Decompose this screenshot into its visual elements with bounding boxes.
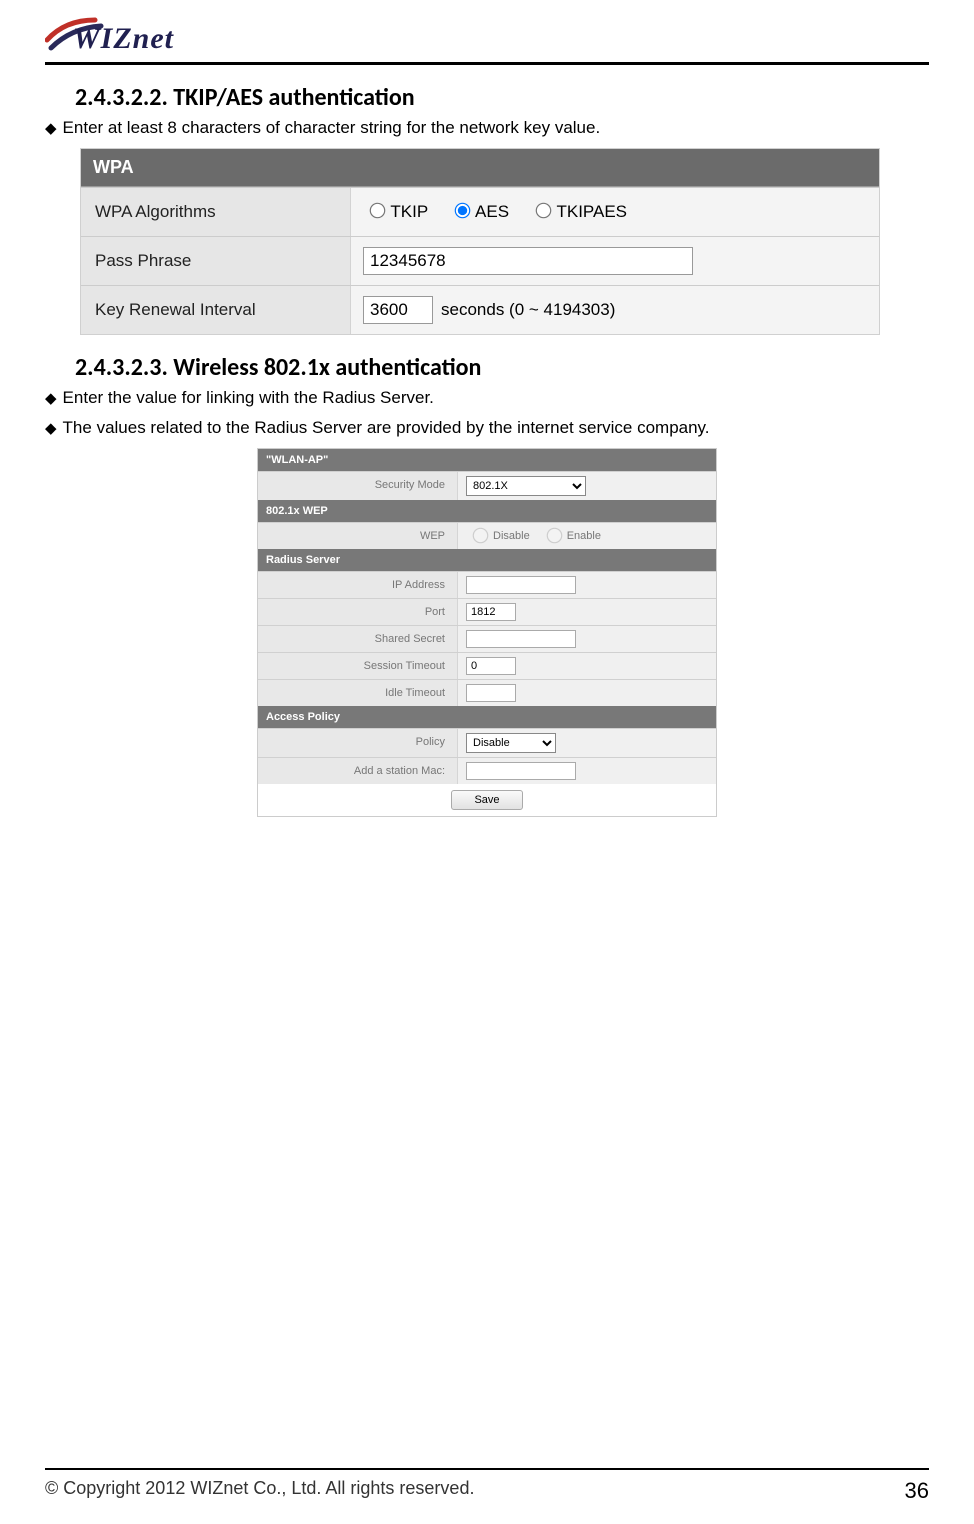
section-heading-8021x: 2.4.3.2.3. Wireless 802.1x authenticatio…: [75, 353, 929, 382]
wpa-header: WPA: [81, 149, 879, 187]
wep-enable-radio[interactable]: [546, 528, 562, 544]
radio-aes-text: AES: [475, 202, 509, 221]
station-mac-label: Add a station Mac:: [258, 758, 458, 784]
copyright-text: © Copyright 2012 WIZnet Co., Ltd. All ri…: [45, 1478, 474, 1504]
passphrase-label: Pass Phrase: [81, 237, 351, 285]
station-mac-value-cell: [458, 758, 716, 784]
save-row: Save: [258, 784, 716, 816]
station-mac-input[interactable]: [466, 762, 576, 780]
section-heading-tkip: 2.4.3.2.2. TKIP/AES authentication: [75, 83, 929, 112]
radio-aes-label[interactable]: AES: [448, 202, 509, 222]
ip-input[interactable]: [466, 576, 576, 594]
secret-value-cell: [458, 626, 716, 652]
diamond-bullet-icon: ◆: [45, 120, 57, 137]
policy-label: Policy: [258, 729, 458, 757]
logo-swoosh-icon: WIZnet: [45, 14, 205, 56]
secret-input[interactable]: [466, 630, 576, 648]
idle-timeout-label: Idle Timeout: [258, 680, 458, 706]
key-renewal-value: seconds (0 ~ 4194303): [351, 286, 879, 334]
passphrase-row: Pass Phrase: [81, 236, 879, 285]
wpa-config-panel: WPA WPA Algorithms TKIP AES TKIPAES Pass…: [80, 148, 880, 335]
idle-timeout-value-cell: [458, 680, 716, 706]
bullet-text: The values related to the Radius Server …: [63, 418, 710, 437]
policy-value-cell: Disable: [458, 729, 716, 757]
radio-tkip-text: TKIP: [390, 202, 428, 221]
radio-tkip[interactable]: [370, 202, 386, 218]
wlan-config-panel: "WLAN-AP" Security Mode 802.1X 802.1x WE…: [257, 448, 717, 817]
wep-enable-text: Enable: [567, 530, 601, 542]
radio-tkip-label[interactable]: TKIP: [363, 202, 428, 222]
wep-label: WEP: [258, 523, 458, 549]
bullet-text: Enter at least 8 characters of character…: [63, 118, 601, 137]
session-timeout-value-cell: [458, 653, 716, 679]
idle-timeout-input[interactable]: [466, 684, 516, 702]
session-timeout-label: Session Timeout: [258, 653, 458, 679]
policy-select[interactable]: Disable: [466, 733, 556, 753]
svg-text:WIZnet: WIZnet: [73, 22, 175, 55]
wep-value: Disable Enable: [458, 523, 716, 549]
session-timeout-input[interactable]: [466, 657, 516, 675]
key-renewal-label: Key Renewal Interval: [81, 286, 351, 334]
ip-value-cell: [458, 572, 716, 598]
passphrase-value: [351, 237, 879, 285]
wlan-ap-header: "WLAN-AP": [258, 449, 716, 471]
secret-label: Shared Secret: [258, 626, 458, 652]
access-policy-header: Access Policy: [258, 706, 716, 728]
wep-header: 802.1x WEP: [258, 500, 716, 522]
port-row: Port: [258, 598, 716, 625]
page-number: 36: [905, 1478, 929, 1504]
page-content: 2.4.3.2.2. TKIP/AES authentication ◆ Ente…: [45, 83, 929, 817]
idle-timeout-row: Idle Timeout: [258, 679, 716, 706]
security-mode-select[interactable]: 802.1X: [466, 476, 586, 496]
bullet-8021x-1: ◆ Enter the value for linking with the Ra…: [45, 388, 929, 408]
wep-disable-radio[interactable]: [473, 528, 489, 544]
key-renewal-input[interactable]: [363, 296, 433, 324]
bullet-text: Enter the value for linking with the Rad…: [63, 388, 434, 407]
bullet-tkip: ◆ Enter at least 8 characters of characte…: [45, 118, 929, 138]
wpa-algorithms-value: TKIP AES TKIPAES: [351, 188, 879, 236]
ip-label: IP Address: [258, 572, 458, 598]
key-renewal-row: Key Renewal Interval seconds (0 ~ 419430…: [81, 285, 879, 334]
page-footer: © Copyright 2012 WIZnet Co., Ltd. All ri…: [45, 1468, 929, 1504]
radio-tkipaes[interactable]: [536, 202, 552, 218]
session-timeout-row: Session Timeout: [258, 652, 716, 679]
radio-tkipaes-label[interactable]: TKIPAES: [529, 202, 627, 222]
wiznet-logo: WIZnet: [45, 10, 929, 56]
diamond-bullet-icon: ◆: [45, 390, 57, 407]
security-mode-label: Security Mode: [258, 472, 458, 500]
port-label: Port: [258, 599, 458, 625]
footer-row: © Copyright 2012 WIZnet Co., Ltd. All ri…: [45, 1478, 929, 1504]
security-mode-row: Security Mode 802.1X: [258, 471, 716, 500]
station-mac-row: Add a station Mac:: [258, 757, 716, 784]
port-input[interactable]: [466, 603, 516, 621]
secret-row: Shared Secret: [258, 625, 716, 652]
wpa-algorithms-label: WPA Algorithms: [81, 188, 351, 236]
ip-row: IP Address: [258, 571, 716, 598]
header-rule: [45, 62, 929, 65]
key-renewal-suffix: seconds (0 ~ 4194303): [441, 300, 615, 320]
bullet-8021x-2: ◆ The values related to the Radius Server…: [45, 418, 929, 438]
port-value-cell: [458, 599, 716, 625]
wep-row: WEP Disable Enable: [258, 522, 716, 549]
page-header: WIZnet: [45, 0, 929, 65]
diamond-bullet-icon: ◆: [45, 420, 57, 437]
footer-rule: [45, 1468, 929, 1470]
radio-tkipaes-text: TKIPAES: [556, 202, 627, 221]
wep-disable-text: Disable: [493, 530, 530, 542]
save-button[interactable]: Save: [451, 790, 522, 810]
wpa-algorithms-row: WPA Algorithms TKIP AES TKIPAES: [81, 187, 879, 236]
radius-header: Radius Server: [258, 549, 716, 571]
radio-aes[interactable]: [455, 202, 471, 218]
passphrase-input[interactable]: [363, 247, 693, 275]
security-mode-value: 802.1X: [458, 472, 716, 500]
policy-row: Policy Disable: [258, 728, 716, 757]
